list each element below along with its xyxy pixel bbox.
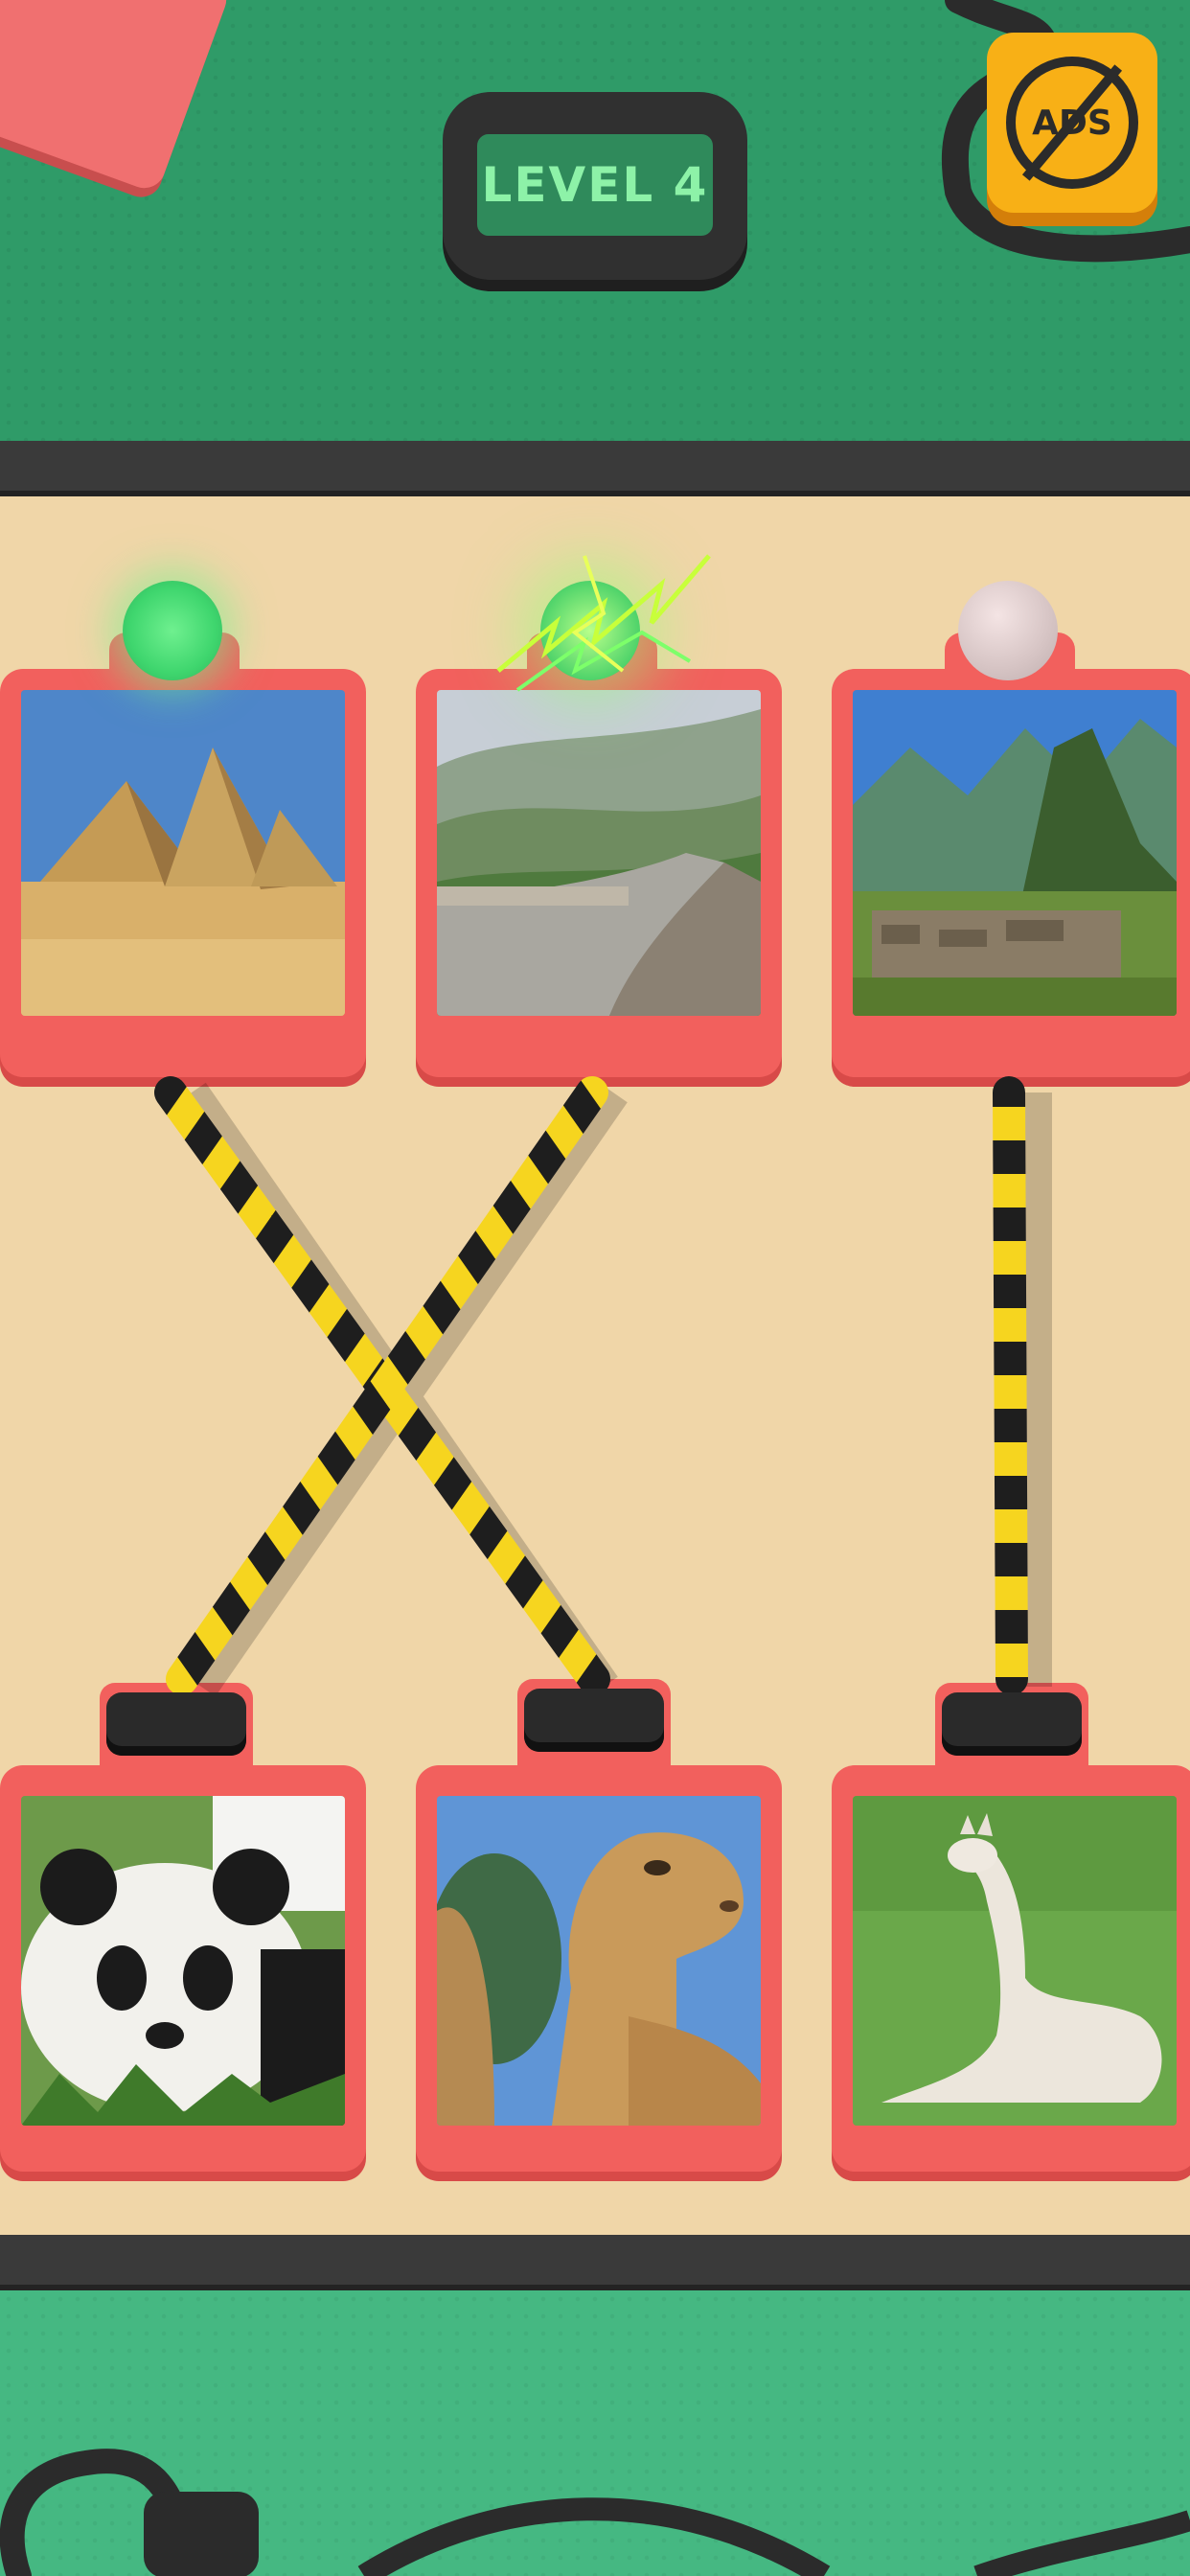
bulb-off-icon <box>958 581 1058 680</box>
item-card-panda[interactable] <box>0 1765 366 2172</box>
bulb-lit-icon <box>123 581 222 680</box>
item-card-camel[interactable] <box>416 1765 782 2172</box>
item-card-machu-picchu[interactable] <box>832 669 1190 1077</box>
level-indicator: LEVEL 4 <box>443 92 747 280</box>
item-card-llama[interactable] <box>832 1765 1190 2172</box>
plug-2[interactable] <box>524 1689 664 1752</box>
level-label: LEVEL 4 <box>477 134 713 236</box>
great-wall-image <box>437 690 761 1016</box>
spark-effect <box>496 554 711 692</box>
bottom-rail <box>0 2235 1190 2290</box>
no-ads-button[interactable]: ADS <box>987 33 1157 213</box>
plug-1[interactable] <box>106 1692 246 1756</box>
bottom-cable-decoration <box>0 2449 1190 2576</box>
llama-image <box>853 1796 1177 2126</box>
top-rail <box>0 441 1190 496</box>
plug-3[interactable] <box>942 1692 1082 1756</box>
item-card-pyramids[interactable] <box>0 669 366 1077</box>
machu-picchu-image <box>853 690 1177 1016</box>
item-card-great-wall[interactable] <box>416 669 782 1077</box>
camel-image <box>437 1796 761 2126</box>
panda-image <box>21 1796 345 2126</box>
pyramids-image <box>21 690 345 1016</box>
no-ads-icon: ADS <box>1006 57 1138 189</box>
